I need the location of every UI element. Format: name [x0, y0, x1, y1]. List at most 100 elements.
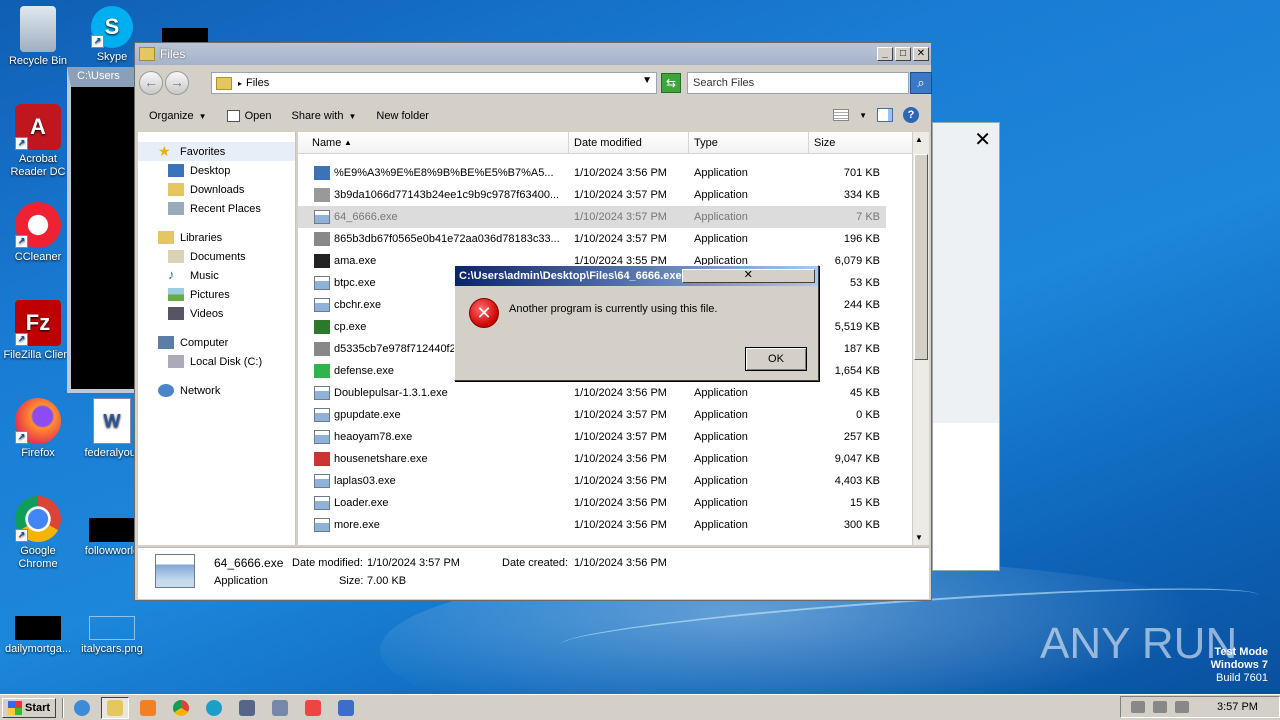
search-input[interactable]: Search Files ⌕ — [687, 72, 932, 94]
file-type: Application — [694, 409, 748, 421]
filezilla-icon: Fz ↗ — [15, 300, 61, 346]
background-popup[interactable]: ✕ — [932, 122, 1000, 571]
desktop-icon-acrobat[interactable]: A ↗ Acrobat Reader DC — [0, 104, 76, 179]
dialog-titlebar[interactable]: C:\Users\admin\Desktop\Files\64_6666.exe… — [455, 266, 818, 286]
taskbar-chrome[interactable] — [167, 697, 195, 719]
scroll-up-icon[interactable]: ▲ — [915, 135, 923, 144]
file-type-icon — [314, 254, 330, 268]
chevron-down-icon[interactable]: ▼ — [642, 75, 652, 86]
taskbar-edge[interactable] — [200, 697, 228, 719]
system-tray: 3:57 PM — [1120, 696, 1280, 718]
scrollbar-thumb[interactable] — [914, 154, 928, 360]
clock[interactable]: 3:57 PM — [1217, 701, 1258, 713]
taskbar-app-1[interactable] — [233, 697, 261, 719]
desktop-icon-italycars[interactable]: italycars.png — [74, 594, 150, 656]
chevron-down-icon[interactable]: ▼ — [859, 111, 867, 120]
nav-network[interactable]: Network — [138, 381, 295, 400]
preview-pane-icon[interactable] — [877, 108, 893, 122]
nav-local-disk[interactable]: Local Disk (C:) — [138, 352, 295, 371]
disk-icon — [168, 355, 184, 368]
file-size: 257 KB — [843, 431, 880, 443]
new-folder-button[interactable]: New folder — [366, 110, 439, 122]
desktop-icon-dailymortgage[interactable]: dailymortga... — [0, 594, 76, 656]
file-size: 1,654 KB — [834, 365, 880, 377]
nav-computer[interactable]: Computer — [138, 333, 295, 352]
search-icon[interactable]: ⌕ — [910, 72, 932, 94]
organize-button[interactable]: Organize ▼ — [139, 110, 217, 122]
explorer-titlebar[interactable]: Files _ □ ✕ — [135, 43, 931, 65]
console-window[interactable]: C:\Users — [67, 67, 139, 393]
nav-documents[interactable]: Documents — [138, 247, 295, 266]
scroll-down-icon[interactable]: ▼ — [915, 533, 923, 542]
file-row[interactable]: gpupdate.exe 1/10/2024 3:57 PM Application… — [298, 404, 886, 426]
nav-desktop[interactable]: Desktop — [138, 161, 295, 180]
taskbar-app-3[interactable] — [299, 697, 327, 719]
details-modified-label: Date modified: — [292, 557, 363, 569]
desktop-icon-chrome[interactable]: ↗ Google Chrome — [0, 496, 76, 571]
view-options-icon[interactable] — [833, 109, 850, 121]
refresh-button[interactable]: ⇆ — [661, 73, 681, 93]
file-row[interactable]: Doublepulsar-1.3.1.exe 1/10/2024 3:56 PM A… — [298, 382, 886, 404]
ok-button[interactable]: OK — [745, 347, 807, 371]
open-button[interactable]: Open — [217, 110, 282, 122]
taskbar-explorer[interactable] — [101, 696, 130, 719]
pictures-icon — [168, 288, 184, 301]
file-row[interactable]: 3b9da1066d77143b24ee1c9b9c9787f63400... 1… — [298, 184, 886, 206]
desktop-icon-firefox[interactable]: ↗ Firefox — [0, 398, 76, 460]
close-icon[interactable]: ✕ — [974, 127, 991, 152]
taskbar-app-2[interactable] — [266, 697, 294, 719]
maximize-button[interactable]: □ — [895, 47, 911, 61]
back-button[interactable]: ← — [139, 71, 163, 95]
column-date-modified[interactable]: Date modified — [569, 132, 689, 153]
nav-pictures[interactable]: Pictures — [138, 285, 295, 304]
file-type: Application — [694, 453, 748, 465]
nav-favorites[interactable]: ★ Favorites — [138, 142, 295, 161]
taskbar-ie[interactable] — [68, 697, 96, 719]
start-button[interactable]: Start — [2, 697, 57, 718]
file-type-icon — [314, 342, 330, 356]
flag-icon[interactable] — [1175, 701, 1189, 713]
close-button[interactable]: ✕ — [913, 47, 929, 61]
folder-icon — [107, 699, 124, 716]
nav-libraries[interactable]: Libraries — [138, 228, 295, 247]
nav-videos[interactable]: Videos — [138, 304, 295, 323]
file-row[interactable]: heaoyam78.exe 1/10/2024 3:57 PM Applicatio… — [298, 426, 886, 448]
details-created-value: 1/10/2024 3:56 PM — [574, 557, 667, 569]
network-icon[interactable] — [1153, 701, 1167, 713]
file-row[interactable]: housenetshare.exe 1/10/2024 3:56 PM Applic… — [298, 448, 886, 470]
minimize-button[interactable]: _ — [877, 47, 893, 61]
taskbar-app-4[interactable] — [332, 697, 360, 719]
file-row[interactable]: Loader.exe 1/10/2024 3:56 PM Application 15… — [298, 492, 886, 514]
file-type: Application — [694, 387, 748, 399]
file-type: Application — [694, 189, 748, 201]
file-row[interactable]: %E9%A3%9E%E8%9B%BE%E5%B7%A5... 1/10/2024 … — [298, 162, 886, 184]
dialog-close-button[interactable]: ✕ — [681, 269, 815, 283]
file-row[interactable]: laplas03.exe 1/10/2024 3:56 PM Application… — [298, 470, 886, 492]
file-row[interactable]: 64_6666.exe 1/10/2024 3:57 PM Application 7… — [298, 206, 886, 228]
desktop-icon-ccleaner[interactable]: ↗ CCleaner — [0, 202, 76, 264]
forward-button[interactable]: → — [165, 71, 189, 95]
nav-recent-places[interactable]: Recent Places — [138, 199, 295, 218]
share-with-button[interactable]: Share with ▼ — [281, 110, 366, 122]
column-type[interactable]: Type — [689, 132, 809, 153]
details-file-name: 64_6666.exe — [214, 556, 284, 570]
nav-downloads[interactable]: Downloads — [138, 180, 295, 199]
help-icon[interactable]: ? — [903, 107, 919, 123]
file-row[interactable]: more.exe 1/10/2024 3:56 PM Application 300 … — [298, 514, 886, 536]
media-player-icon — [140, 699, 157, 716]
column-size[interactable]: Size — [809, 132, 913, 153]
desktop-icon-filezilla[interactable]: Fz ↗ FileZilla Client — [0, 300, 76, 362]
error-dialog[interactable]: C:\Users\admin\Desktop\Files\64_6666.exe… — [454, 265, 819, 381]
nav-music[interactable]: ♪ Music — [138, 266, 295, 285]
file-row[interactable]: 865b3db67f0565e0b41e72aa036d78183c33... 1… — [298, 228, 886, 250]
vertical-scrollbar[interactable]: ▲ ▼ — [912, 132, 929, 545]
videos-icon — [168, 307, 184, 320]
file-type-icon — [314, 188, 330, 202]
file-date: 1/10/2024 3:57 PM — [574, 233, 667, 245]
column-name[interactable]: ▲ Name — [298, 132, 569, 153]
computer-icon — [158, 336, 174, 349]
volume-icon[interactable] — [1131, 701, 1145, 713]
address-bar[interactable]: ▸ Files ▼ — [211, 72, 657, 94]
desktop-icon-recycle-bin[interactable]: Recycle Bin — [0, 6, 76, 68]
taskbar-media-player[interactable] — [134, 697, 162, 719]
